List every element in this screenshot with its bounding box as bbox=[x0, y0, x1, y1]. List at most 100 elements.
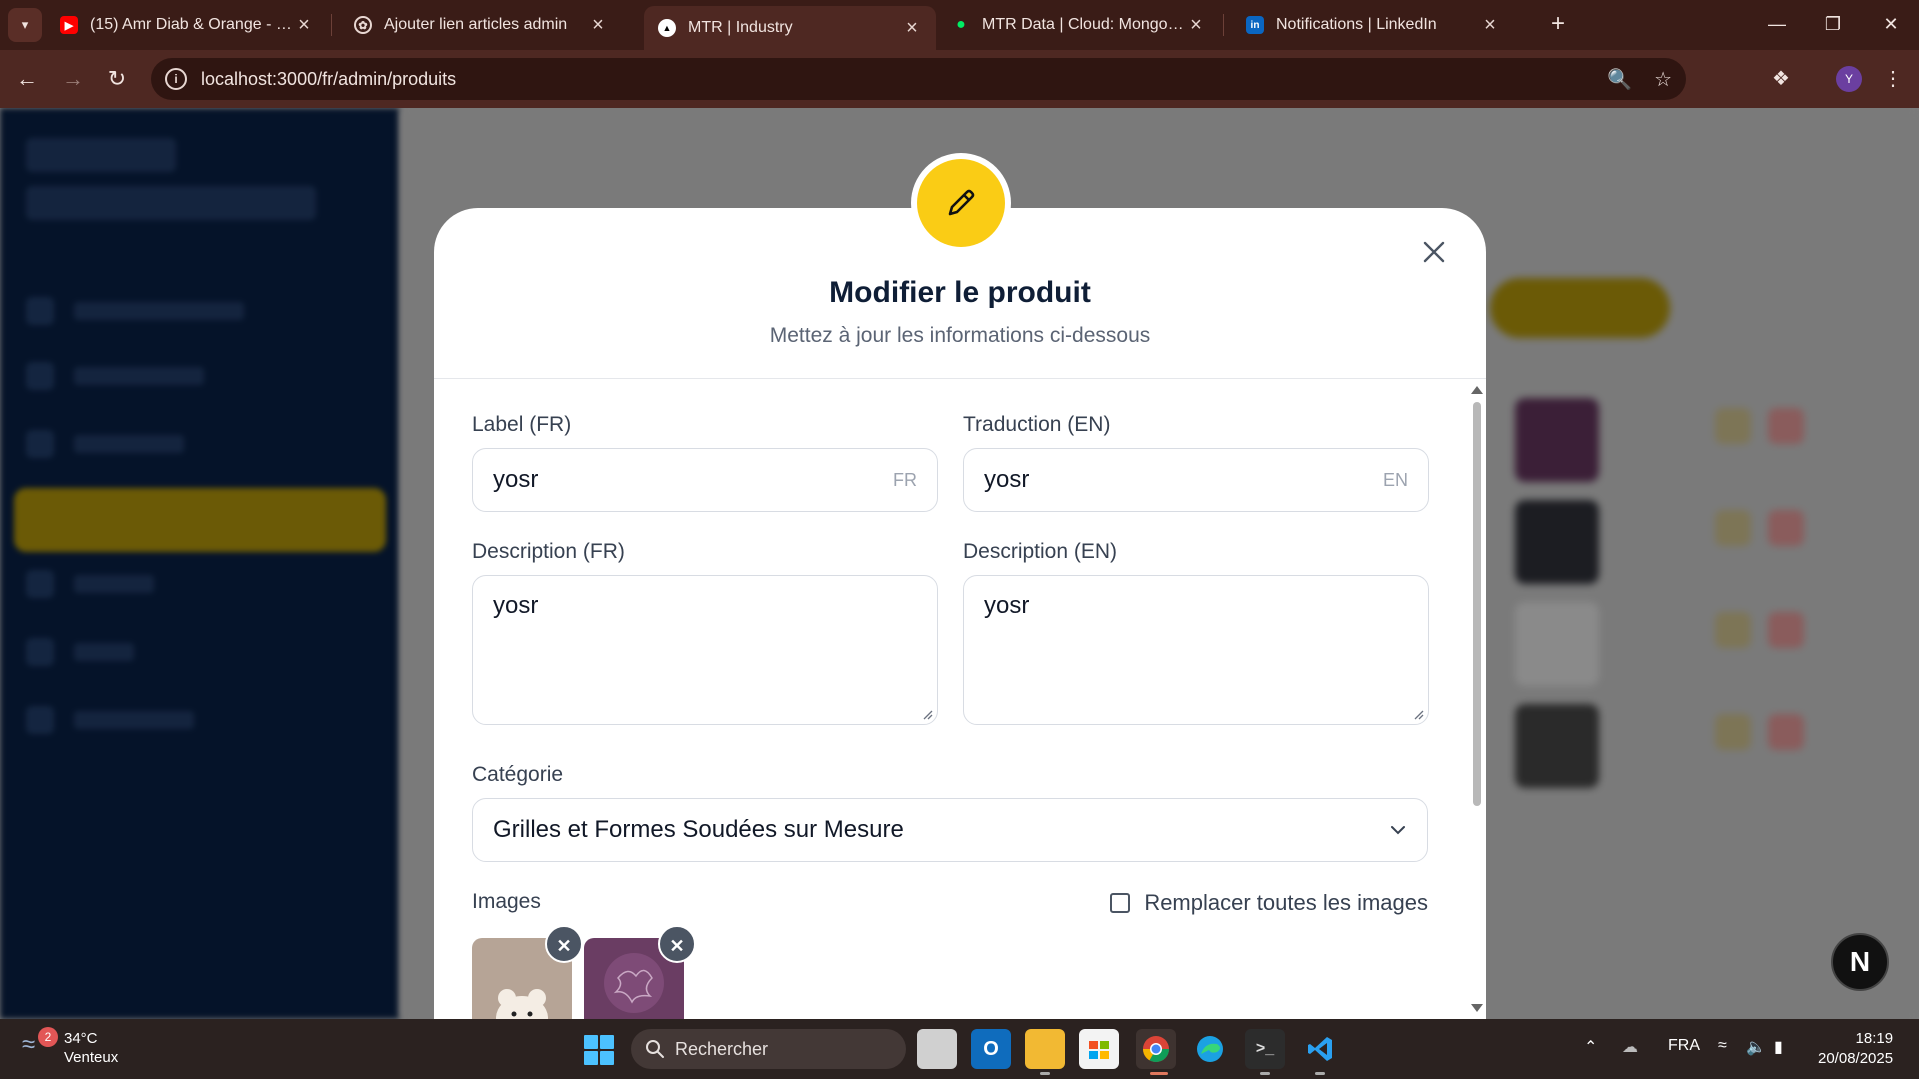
replace-images-option[interactable]: Remplacer toutes les images bbox=[1110, 890, 1428, 916]
modal-title: Modifier le produit bbox=[829, 276, 1091, 309]
scrollbar-thumb[interactable] bbox=[1473, 402, 1481, 806]
restore-window-button[interactable]: ❐ bbox=[1808, 8, 1858, 40]
weather-widget[interactable]: ≈ 2 34°C Venteux bbox=[22, 1027, 119, 1067]
edge-icon[interactable] bbox=[1190, 1029, 1230, 1069]
remove-image-button[interactable]: ✕ bbox=[545, 925, 583, 963]
close-icon[interactable] bbox=[1420, 238, 1448, 266]
scroll-up-arrow-icon[interactable] bbox=[1471, 386, 1483, 394]
weather-description: Venteux bbox=[64, 1049, 119, 1066]
edit-badge bbox=[911, 153, 1011, 253]
reload-button[interactable]: ↻ bbox=[100, 62, 134, 96]
delete-button-blurred bbox=[1768, 612, 1804, 648]
add-product-button-blurred bbox=[1490, 278, 1670, 338]
back-button[interactable]: ← bbox=[10, 62, 44, 96]
forward-button[interactable]: → bbox=[56, 62, 90, 96]
vscode-icon[interactable] bbox=[1300, 1029, 1340, 1069]
new-tab-button[interactable]: + bbox=[1543, 10, 1573, 38]
tab-mongodb[interactable]: ● MTR Data | Cloud: MongoDB Cl × bbox=[938, 6, 1220, 44]
sidebar-item bbox=[26, 426, 366, 462]
label-en-value: yosr bbox=[984, 466, 1030, 493]
sidebar-item bbox=[26, 293, 366, 329]
label-fr-input[interactable]: yosr FR bbox=[472, 448, 938, 512]
running-indicator bbox=[1040, 1072, 1050, 1075]
category-select[interactable]: Grilles et Formes Soudées sur Mesure bbox=[472, 798, 1428, 862]
resize-grip-icon[interactable] bbox=[921, 708, 933, 720]
tab-title: MTR | Industry bbox=[688, 19, 793, 36]
tab-title: Notifications | LinkedIn bbox=[1276, 16, 1437, 33]
outlook-icon[interactable]: O bbox=[971, 1029, 1011, 1069]
address-bar[interactable]: i localhost:3000/fr/admin/produits 🔍 ☆ bbox=[151, 58, 1686, 100]
images-label: Images bbox=[472, 890, 541, 913]
label-en-input[interactable]: yosr EN bbox=[963, 448, 1429, 512]
product-thumb-blurred bbox=[1515, 704, 1599, 788]
sidebar-item bbox=[26, 358, 366, 394]
address-url[interactable]: localhost:3000/fr/admin/produits bbox=[201, 69, 1585, 90]
edit-button-blurred bbox=[1715, 510, 1751, 546]
chatgpt-icon: ✿ bbox=[354, 16, 372, 34]
tab-separator bbox=[331, 14, 332, 36]
zoom-icon[interactable]: 🔍 bbox=[1607, 67, 1632, 92]
edit-button-blurred bbox=[1715, 714, 1751, 750]
browser-toolbar: ← → ↻ i localhost:3000/fr/admin/produits… bbox=[0, 50, 1919, 108]
delete-button-blurred bbox=[1768, 510, 1804, 546]
chrome-icon[interactable] bbox=[1136, 1029, 1176, 1069]
tab-title: (15) Amr Diab & Orange - Khat bbox=[90, 16, 294, 33]
sidebar-item bbox=[26, 702, 366, 738]
bookmark-star-icon[interactable]: ☆ bbox=[1654, 67, 1672, 92]
remove-image-button[interactable]: ✕ bbox=[658, 925, 696, 963]
youtube-icon: ▶ bbox=[60, 16, 78, 34]
browser-tabstrip: ▾ ▶ (15) Amr Diab & Orange - Khat × ✿ Aj… bbox=[0, 0, 1919, 50]
input-language[interactable]: FRA bbox=[1668, 1037, 1700, 1055]
resize-grip-icon[interactable] bbox=[1412, 708, 1424, 720]
battery-icon[interactable]: ▮ bbox=[1774, 1037, 1783, 1057]
tab-search-menu-button[interactable]: ▾ bbox=[8, 8, 42, 42]
nextjs-dev-badge[interactable]: N bbox=[1831, 933, 1889, 991]
category-label: Catégorie bbox=[472, 763, 564, 786]
running-indicator bbox=[1260, 1072, 1270, 1075]
close-tab-icon[interactable]: × bbox=[294, 14, 314, 37]
tab-youtube[interactable]: ▶ (15) Amr Diab & Orange - Khat × bbox=[46, 6, 328, 44]
terminal-icon[interactable]: >_ bbox=[1245, 1029, 1285, 1069]
close-tab-icon[interactable]: × bbox=[588, 14, 608, 37]
microsoft-store-icon[interactable] bbox=[1079, 1029, 1119, 1069]
system-clock[interactable]: 18:19 20/08/2025 bbox=[1818, 1029, 1893, 1069]
taskbar-search[interactable]: Rechercher bbox=[631, 1029, 906, 1069]
task-view-icon[interactable] bbox=[917, 1029, 957, 1069]
windows-taskbar: ≈ 2 34°C Venteux Rechercher O >_ ⌃ ☁ FRA… bbox=[0, 1019, 1919, 1079]
delete-button-blurred bbox=[1768, 714, 1804, 750]
description-en-value: yosr bbox=[984, 592, 1030, 619]
product-thumb-blurred bbox=[1515, 500, 1599, 584]
description-fr-textarea[interactable]: yosr bbox=[472, 575, 938, 725]
scroll-down-arrow-icon[interactable] bbox=[1471, 1004, 1483, 1012]
wifi-icon[interactable]: ≈ bbox=[1718, 1037, 1727, 1055]
browser-menu-icon[interactable]: ⋮ bbox=[1876, 62, 1910, 96]
modal-scrollbar[interactable] bbox=[1468, 384, 1486, 1016]
cloud-offline-icon[interactable]: ☁ bbox=[1622, 1037, 1638, 1057]
minimize-window-button[interactable]: — bbox=[1752, 8, 1802, 40]
show-hidden-icons-chevron-icon[interactable]: ⌃ bbox=[1584, 1037, 1597, 1057]
modal-divider bbox=[434, 378, 1486, 379]
close-tab-icon[interactable]: × bbox=[1480, 14, 1500, 37]
description-fr-value: yosr bbox=[493, 592, 539, 619]
windows-start-icon[interactable] bbox=[584, 1035, 614, 1065]
replace-images-checkbox[interactable] bbox=[1110, 893, 1131, 913]
close-tab-icon[interactable]: × bbox=[902, 17, 922, 40]
close-tab-icon[interactable]: × bbox=[1186, 14, 1206, 37]
weather-temperature: 34°C bbox=[64, 1030, 98, 1047]
tab-title: Ajouter lien articles admin bbox=[384, 16, 568, 33]
tab-mtr-industry[interactable]: ▲ MTR | Industry × bbox=[644, 6, 936, 50]
admin-sidebar bbox=[0, 108, 400, 1019]
clock-time: 18:19 bbox=[1855, 1030, 1894, 1047]
profile-avatar[interactable]: Y bbox=[1836, 66, 1862, 92]
label-fr-value: yosr bbox=[493, 466, 539, 493]
clock-date: 20/08/2025 bbox=[1818, 1050, 1894, 1067]
extensions-icon[interactable]: ❖ bbox=[1764, 62, 1798, 96]
close-window-button[interactable]: ✕ bbox=[1866, 8, 1916, 40]
file-explorer-icon[interactable] bbox=[1025, 1029, 1065, 1069]
tab-chatgpt[interactable]: ✿ Ajouter lien articles admin × bbox=[340, 6, 622, 44]
volume-icon[interactable]: 🔈 bbox=[1746, 1037, 1766, 1057]
tab-linkedin[interactable]: in Notifications | LinkedIn × bbox=[1232, 6, 1514, 44]
description-en-textarea[interactable]: yosr bbox=[963, 575, 1429, 725]
site-info-icon[interactable]: i bbox=[165, 68, 187, 90]
vercel-icon: ▲ bbox=[658, 19, 676, 37]
